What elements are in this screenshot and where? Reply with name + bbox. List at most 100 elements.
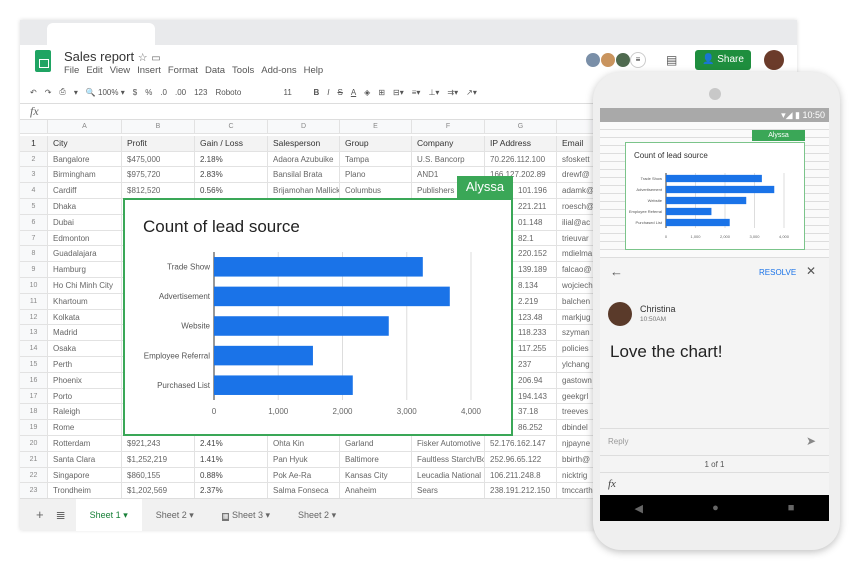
doc-title-text[interactable]: Sales report xyxy=(64,49,134,64)
more-viewers-icon[interactable]: ≡ xyxy=(630,52,646,68)
row-number[interactable]: 10 xyxy=(20,277,48,294)
font-select[interactable]: Roboto xyxy=(215,88,275,97)
sheets-logo-icon[interactable] xyxy=(35,50,51,72)
header-cell[interactable]: Gain / Loss xyxy=(195,135,268,152)
table-cell[interactable]: $921,243 xyxy=(122,435,195,452)
row-number[interactable]: 3 xyxy=(20,167,48,184)
row-number[interactable]: 19 xyxy=(20,420,48,436)
row-number[interactable]: 15 xyxy=(20,356,48,373)
table-cell[interactable]: Bansilal Brata xyxy=(268,167,340,184)
menu-data[interactable]: Data xyxy=(205,65,225,76)
avatar[interactable] xyxy=(600,52,616,68)
table-cell[interactable]: Bangalore xyxy=(48,151,122,168)
table-cell[interactable]: Edmonton xyxy=(48,230,122,247)
table-cell[interactable]: Dhaka xyxy=(48,198,122,215)
undo-icon[interactable]: ↶ xyxy=(30,88,37,97)
increase-decimal-button[interactable]: .00 xyxy=(175,88,186,97)
row-number[interactable]: 20 xyxy=(20,435,48,452)
sheet-tab-2[interactable]: Sheet 2 ▾ xyxy=(142,499,208,531)
back-arrow-icon[interactable]: ← xyxy=(610,264,623,279)
sheet-tab-3[interactable]: ▦ Sheet 3 ▾ xyxy=(208,499,284,531)
table-cell[interactable]: Baltimore xyxy=(340,451,412,468)
table-cell[interactable]: Phoenix xyxy=(48,372,122,389)
row-number[interactable]: 22 xyxy=(20,467,48,484)
rotate-icon[interactable]: ↗▾ xyxy=(466,88,477,97)
header-cell[interactable]: Salesperson xyxy=(268,135,340,152)
zoom-select[interactable]: 🔍 100% ▾ xyxy=(86,88,125,97)
row-number[interactable]: 16 xyxy=(20,372,48,389)
table-cell[interactable]: Garland xyxy=(340,435,412,452)
column-header[interactable]: E xyxy=(340,120,412,134)
table-cell[interactable]: 52.176.162.147 xyxy=(485,435,557,452)
table-cell[interactable]: Rome xyxy=(48,420,122,436)
table-cell[interactable]: 0.88% xyxy=(195,467,268,484)
header-cell[interactable]: City xyxy=(48,135,122,152)
header-cell[interactable]: Company xyxy=(412,135,485,152)
italic-button[interactable]: I xyxy=(327,88,329,97)
menu-help[interactable]: Help xyxy=(304,65,324,76)
table-cell[interactable]: Plano xyxy=(340,167,412,184)
table-cell[interactable]: 238.191.212.150 xyxy=(485,483,557,500)
menu-add-ons[interactable]: Add-ons xyxy=(261,65,296,76)
corner-cell[interactable] xyxy=(20,120,48,134)
sheet-tab-1[interactable]: Sheet 1 ▾ xyxy=(75,498,142,531)
row-number[interactable]: 13 xyxy=(20,325,48,342)
row-number[interactable]: 2 xyxy=(20,151,48,168)
row-number[interactable]: 17 xyxy=(20,388,48,405)
sheet-tab-4[interactable]: Sheet 2 ▾ xyxy=(284,499,350,531)
table-cell[interactable]: Tampa xyxy=(340,151,412,168)
table-cell[interactable]: Columbus xyxy=(340,183,412,199)
table-cell[interactable]: 1.41% xyxy=(195,451,268,468)
wrap-icon[interactable]: ⇉▾ xyxy=(447,88,458,97)
menu-view[interactable]: View xyxy=(110,65,130,76)
all-sheets-icon[interactable]: ≣ xyxy=(52,508,76,522)
menu-file[interactable]: File xyxy=(64,65,79,76)
header-cell[interactable]: IP Address xyxy=(485,135,557,152)
table-cell[interactable]: Singapore xyxy=(48,467,122,484)
table-cell[interactable]: Pok Ae-Ra xyxy=(268,467,340,484)
table-cell[interactable]: Kolkata xyxy=(48,309,122,326)
star-icon[interactable]: ☆ xyxy=(138,52,148,64)
mini-sheet[interactable]: Alyssa Count of lead source 0 1,000 2,000 3… xyxy=(600,122,829,258)
table-cell[interactable]: 2.37% xyxy=(195,483,268,500)
table-cell[interactable]: Perth xyxy=(48,356,122,373)
print-icon[interactable]: ⎙ xyxy=(59,87,65,97)
reply-field[interactable]: Reply ➤ xyxy=(600,428,829,456)
mini-chart[interactable]: Count of lead source 0 1,000 2,000 3,000 4,0… xyxy=(625,142,805,250)
table-cell[interactable]: Faultless Starch/Bo xyxy=(412,451,485,468)
merge-cells-icon[interactable]: ⊟▾ xyxy=(393,88,404,97)
column-header[interactable]: G xyxy=(485,120,557,134)
table-cell[interactable]: Brijamohan Mallick xyxy=(268,183,340,199)
table-cell[interactable]: Rotterdam xyxy=(48,435,122,452)
column-header[interactable]: A xyxy=(48,120,122,134)
table-cell[interactable]: Santa Clara xyxy=(48,451,122,468)
table-cell[interactable]: $812,520 xyxy=(122,183,195,199)
percent-button[interactable]: % xyxy=(145,88,152,97)
row-number[interactable]: 7 xyxy=(20,230,48,247)
table-cell[interactable]: Salma Fonseca xyxy=(268,483,340,500)
fill-color-icon[interactable]: ◈ xyxy=(364,88,370,97)
table-cell[interactable]: 2.18% xyxy=(195,151,268,168)
table-cell[interactable]: Birmingham xyxy=(48,167,122,184)
row-number[interactable]: 8 xyxy=(20,246,48,263)
user-avatar[interactable] xyxy=(764,50,784,70)
table-cell[interactable]: $475,000 xyxy=(122,151,195,168)
row-number[interactable]: 5 xyxy=(20,198,48,215)
table-cell[interactable]: Pan Hyuk xyxy=(268,451,340,468)
table-cell[interactable]: Leucadia National xyxy=(412,467,485,484)
add-sheet-icon[interactable]: + xyxy=(20,507,52,522)
table-cell[interactable]: Porto xyxy=(48,388,122,405)
table-cell[interactable]: $860,155 xyxy=(122,467,195,484)
column-header[interactable]: D xyxy=(268,120,340,134)
bold-button[interactable]: B xyxy=(313,88,319,97)
currency-button[interactable]: $ xyxy=(133,88,137,97)
row-number[interactable]: 12 xyxy=(20,309,48,326)
comments-icon[interactable]: ▤ xyxy=(666,53,677,67)
table-cell[interactable]: Osaka xyxy=(48,341,122,357)
close-icon[interactable]: ✕ xyxy=(806,264,816,278)
mobile-formula-bar[interactable]: fx xyxy=(600,472,829,496)
table-cell[interactable]: Kansas City xyxy=(340,467,412,484)
table-cell[interactable]: Cardiff xyxy=(48,183,122,199)
row-number[interactable]: 6 xyxy=(20,214,48,231)
send-icon[interactable]: ➤ xyxy=(806,434,816,448)
